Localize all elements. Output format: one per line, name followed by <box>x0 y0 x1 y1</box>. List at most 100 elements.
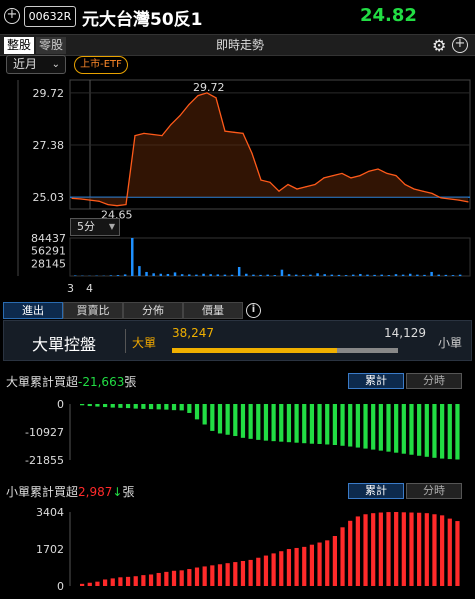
small-cum-bar <box>271 553 276 586</box>
view-title: 即時走勢 <box>215 38 264 52</box>
volume-bar <box>180 274 184 276</box>
gear-icon[interactable]: ⚙ <box>432 36 446 55</box>
small-order-value: 14,129 <box>384 326 426 340</box>
sub-toolbar: 整股 零股 即時走勢 ⚙ + <box>0 34 475 56</box>
price-point <box>170 123 172 126</box>
big-cum-bar <box>141 404 146 409</box>
volume-tick-label: 84437 <box>31 232 66 245</box>
volume-bar <box>216 274 220 276</box>
volume-bar <box>123 274 127 276</box>
volume-bar <box>344 275 348 276</box>
big-cum-bar <box>325 404 330 445</box>
volume-bar <box>437 274 440 276</box>
big-cum-tick-label: -21855 <box>25 454 64 467</box>
price-series: 29.7224.65 <box>71 81 469 222</box>
price-point <box>395 175 397 177</box>
big-cum-unit: 張 <box>124 375 137 389</box>
tab-price-volume[interactable]: 價量 <box>183 302 243 319</box>
big-cum-bar <box>371 404 376 450</box>
period-select-value: 5分 <box>77 220 95 233</box>
big-cum-bar <box>401 404 406 454</box>
info-icon[interactable]: i <box>246 303 261 318</box>
price-point <box>323 177 325 179</box>
big-cum-toggle-cumulative[interactable]: 累計 <box>348 373 404 389</box>
big-cum-bar <box>355 404 360 448</box>
price-tick-label: 27.38 <box>33 139 65 152</box>
small-cum-bar <box>240 561 246 586</box>
price-point <box>350 177 352 179</box>
time-label: 3 <box>67 282 74 295</box>
big-small-ratio-bar <box>172 348 398 353</box>
big-order-value: 38,247 <box>172 326 214 340</box>
big-cum-bar <box>332 404 337 445</box>
up-arrow-icon: ↓ <box>112 485 123 499</box>
volume-bar <box>252 274 255 276</box>
volume-bar <box>152 273 155 276</box>
price-point <box>251 152 253 154</box>
small-cum-bar <box>286 549 292 586</box>
period-select[interactable]: 5分 ▼ <box>70 218 120 236</box>
price-point <box>305 186 307 188</box>
big-cum-chart: 0 -10927 -21855 <box>25 398 460 467</box>
small-cum-tick-label: 3404 <box>36 506 64 519</box>
small-cum-bar <box>440 515 445 586</box>
month-select-value: 近月 <box>13 57 38 71</box>
small-cum-toggle-intraday[interactable]: 分時 <box>406 483 462 499</box>
volume-frame <box>69 237 471 277</box>
small-cum-tick-label: 1702 <box>36 543 64 556</box>
month-select[interactable]: 近月 ⌄ <box>6 55 66 74</box>
small-cum-toggle-cumulative[interactable]: 累計 <box>348 483 404 499</box>
tab-distribution[interactable]: 分佈 <box>123 302 183 319</box>
volume-bar <box>394 274 398 276</box>
big-cum-bar <box>294 404 299 443</box>
big-cum-bar <box>87 404 92 407</box>
small-cum-bar <box>363 514 368 586</box>
volume-bar <box>423 274 426 276</box>
whole-lot-button[interactable]: 整股 <box>4 37 34 54</box>
small-cum-unit: 張 <box>122 485 135 499</box>
volume-bar <box>138 266 141 276</box>
add-stock-icon[interactable]: + <box>4 8 20 24</box>
volume-bar <box>294 274 298 276</box>
small-cum-bar <box>118 577 123 586</box>
small-cum-bar <box>294 547 299 586</box>
big-cum-toggle-intraday[interactable]: 分時 <box>406 373 462 389</box>
small-cum-bar <box>417 512 422 586</box>
price-point <box>269 181 271 183</box>
tab-buy-sell-ratio[interactable]: 買賣比 <box>63 302 123 319</box>
small-cum-bar <box>210 565 215 586</box>
small-cum-bar <box>355 516 360 586</box>
tab-flow[interactable]: 進出 <box>3 302 63 319</box>
volume-bar <box>401 274 405 276</box>
volume-tick-label: 28145 <box>31 257 66 270</box>
small-cum-chart: 3404 1702 0 <box>36 506 460 593</box>
volume-bar <box>309 274 312 276</box>
price-tick-label: 25.03 <box>33 191 65 204</box>
small-cum-y-axis: 3404 1702 0 <box>36 506 64 593</box>
small-cum-bar <box>394 512 399 586</box>
big-cum-bar <box>156 404 161 410</box>
volume-bar <box>266 274 269 276</box>
small-cum-bar <box>455 521 460 586</box>
stock-code-box[interactable]: 00632R <box>24 6 76 27</box>
odd-lot-button[interactable]: 零股 <box>36 37 66 54</box>
volume-bar <box>408 273 412 276</box>
price-point <box>278 190 280 192</box>
small-cum-label: 小單累計買超 <box>6 485 79 499</box>
small-cum-bar <box>424 513 429 586</box>
plus-circle-icon[interactable]: + <box>452 37 468 53</box>
big-cum-bar <box>363 404 368 449</box>
volume-bar <box>223 274 227 276</box>
price-point <box>314 183 316 186</box>
small-cum-bar <box>217 564 223 586</box>
volume-bar <box>316 273 319 276</box>
price-point <box>368 170 370 172</box>
price-point <box>143 132 145 134</box>
volume-bar <box>330 274 334 276</box>
big-cum-bar <box>440 404 445 459</box>
volume-bar <box>444 274 448 276</box>
price-area <box>72 92 468 206</box>
small-cum-bar <box>233 562 238 586</box>
small-cum-bar <box>179 570 184 586</box>
small-cum-bar <box>102 579 108 586</box>
